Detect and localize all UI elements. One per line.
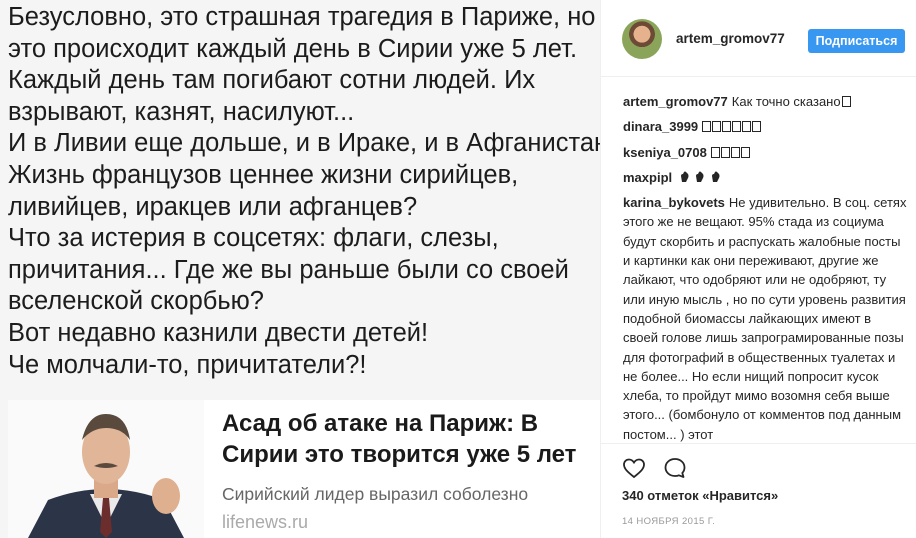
- comment: karina_bykovets Не удивительно. В соц. се…: [623, 193, 909, 442]
- post-side-panel: artem_gromov77 Подписаться artem_gromov7…: [601, 0, 916, 538]
- comment: dinara_3999: [623, 117, 909, 136]
- post-text-line: Что за истерия в соцсетях: флаги, слезы,: [8, 224, 499, 253]
- emoji-placeholder-icon: [712, 121, 722, 133]
- comments-list: artem_gromov77 Как точно сказано dinara_3…: [623, 92, 909, 442]
- emoji-placeholder-icon: [722, 121, 732, 133]
- post-text-line: И в Ливии еще дольше, и в Ираке, и в Афг…: [8, 129, 600, 158]
- post-date[interactable]: 14 НОЯБРЯ 2015 Г.: [622, 516, 715, 527]
- news-card: Асад об атаке на Париж: В Сирии это твор…: [8, 400, 600, 538]
- comment-emoji-group: [702, 119, 762, 134]
- emoji-placeholder-icon: [730, 146, 740, 158]
- post-header: artem_gromov77 Подписаться: [601, 0, 916, 77]
- comment: maxpipl: [623, 168, 909, 187]
- heart-outline-icon[interactable]: [622, 456, 646, 480]
- emoji-placeholder-icon: [752, 121, 762, 133]
- comment-emoji-group: [710, 145, 751, 160]
- comment-username[interactable]: kseniya_0708: [623, 145, 707, 160]
- post-text-line: Вот недавно казнили двести детей!: [8, 318, 429, 347]
- news-subtitle: Сирийский лидер выразил соболезно: [222, 484, 529, 504]
- post-text-line: вселенской скорбью?: [8, 287, 264, 316]
- post-image-text: Безусловно, это страшная трагедия в Пари…: [8, 2, 600, 381]
- clapping-hands-icon: [712, 171, 720, 182]
- post-actions: 340 отметок «Нравится» 14 НОЯБРЯ 2015 Г.: [601, 443, 916, 538]
- clapping-hands-icon: [680, 171, 689, 182]
- emoji-placeholder-icon: [702, 121, 712, 133]
- news-headline-line: Асад об атаке на Париж: В: [222, 410, 539, 437]
- emoji-placeholder-icon: [740, 146, 750, 158]
- likes-count[interactable]: 340 отметок «Нравится»: [622, 488, 778, 503]
- post-text-line: ливийцев, иракцев или афганцев?: [8, 192, 418, 221]
- emoji-placeholder-icon: [710, 146, 720, 158]
- emoji-placeholder-icon: [732, 121, 742, 133]
- post-text-line: Че молчали-то, причитатели?!: [8, 350, 367, 379]
- comment-username[interactable]: artem_gromov77: [623, 94, 728, 109]
- emoji-placeholder-icon: [742, 121, 752, 133]
- comment: artem_gromov77 Как точно сказано: [623, 92, 909, 111]
- comment-username[interactable]: dinara_3999: [623, 119, 698, 134]
- follow-button[interactable]: Подписаться: [808, 29, 905, 53]
- speech-bubble-icon[interactable]: [663, 456, 687, 480]
- post-text-line: Каждый день там погибают сотни людей. Их: [8, 66, 536, 95]
- news-headline: Асад об атаке на Париж: В Сирии это твор…: [222, 408, 576, 470]
- post-text-line: взрывают, казнят, насилуют...: [8, 97, 355, 126]
- emoji-placeholder-icon: [841, 96, 851, 107]
- comment-text: Как точно сказано: [731, 94, 841, 109]
- emoji-placeholder-icon: [720, 146, 730, 158]
- header-username[interactable]: artem_gromov77: [676, 31, 785, 46]
- comment-emoji-group: [676, 170, 723, 185]
- clapping-hands-icon: [696, 171, 704, 182]
- news-photo: [8, 400, 204, 538]
- avatar[interactable]: [622, 19, 662, 59]
- news-source: lifenews.ru: [222, 512, 309, 532]
- post-text-line: Безусловно, это страшная трагедия в Пари…: [8, 3, 596, 31]
- comment-username[interactable]: maxpipl: [623, 170, 672, 185]
- post-text-line: это происходит каждый день в Сирии уже 5…: [8, 34, 578, 63]
- post-image[interactable]: Безусловно, это страшная трагедия в Пари…: [0, 0, 600, 538]
- comment-text: Не удивительно. В соц. сетях этого же не…: [623, 195, 907, 442]
- comment-username[interactable]: karina_bykovets: [623, 195, 725, 210]
- post-text-line: Жизнь французов ценнее жизни сирийцев,: [8, 160, 519, 189]
- post-text-line: причитания... Где же вы раньше были со с…: [8, 255, 569, 284]
- comment: kseniya_0708: [623, 143, 909, 162]
- news-headline-line: Сирии это творится уже 5 лет: [222, 441, 577, 468]
